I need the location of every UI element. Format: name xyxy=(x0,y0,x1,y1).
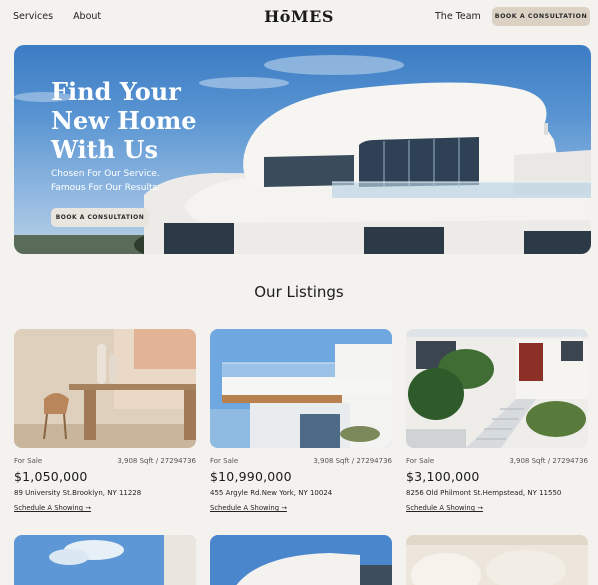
hero-title: Find Your New Home With Us xyxy=(51,77,197,164)
top-navigation: Services About HōMES The Team BOOK A CON… xyxy=(0,0,598,34)
listing-price: $3,100,000 xyxy=(406,469,480,484)
listing-address: 455 Argyle Rd.New York, NY 10024 xyxy=(210,489,333,497)
listings-title: Our Listings xyxy=(254,283,344,301)
nav-link-the-team[interactable]: The Team xyxy=(435,11,481,22)
schedule-showing-link[interactable]: Schedule A Showing → xyxy=(406,504,483,512)
listing-specs: 3,908 Sqft / 27294736 xyxy=(117,457,196,465)
listing-address: 89 University St.Brooklyn, NY 11228 xyxy=(14,489,142,497)
listing-image[interactable] xyxy=(14,535,196,585)
listing-image[interactable] xyxy=(210,329,392,448)
schedule-showing-link[interactable]: Schedule A Showing → xyxy=(14,504,91,512)
listing-image[interactable] xyxy=(406,329,588,448)
listing-specs: 3,908 Sqft / 27294736 xyxy=(313,457,392,465)
listing-image[interactable] xyxy=(14,329,196,448)
listing-price: $1,050,000 xyxy=(14,469,88,484)
book-consultation-button[interactable]: BOOK A CONSULTATION xyxy=(492,7,590,26)
listing-status: For Sale xyxy=(406,457,435,465)
listing-card[interactable]: For Sale 3,908 Sqft / 27294736 $10,990,0… xyxy=(210,329,392,512)
schedule-showing-link[interactable]: Schedule A Showing → xyxy=(210,504,287,512)
listing-card[interactable]: For Sale 3,908 Sqft / 27294736 $3,100,00… xyxy=(406,329,588,512)
listing-address: 8256 Old Philmont St.Hempstead, NY 11550 xyxy=(406,489,562,497)
listing-status: For Sale xyxy=(210,457,239,465)
listing-card[interactable]: For Sale 3,908 Sqft / 27294736 $1,050,00… xyxy=(14,329,196,512)
listing-price: $10,990,000 xyxy=(210,469,292,484)
listing-image[interactable] xyxy=(406,535,588,585)
hero-book-consultation-button[interactable]: BOOK A CONSULTATION xyxy=(51,208,149,227)
listing-image[interactable] xyxy=(210,535,392,585)
hero-banner: Find Your New Home With Us Chosen For Ou… xyxy=(14,45,591,254)
listing-specs: 3,908 Sqft / 27294736 xyxy=(509,457,588,465)
hero-subtitle: Chosen For Our Service. Famous For Our R… xyxy=(51,169,161,193)
listing-status: For Sale xyxy=(14,457,43,465)
